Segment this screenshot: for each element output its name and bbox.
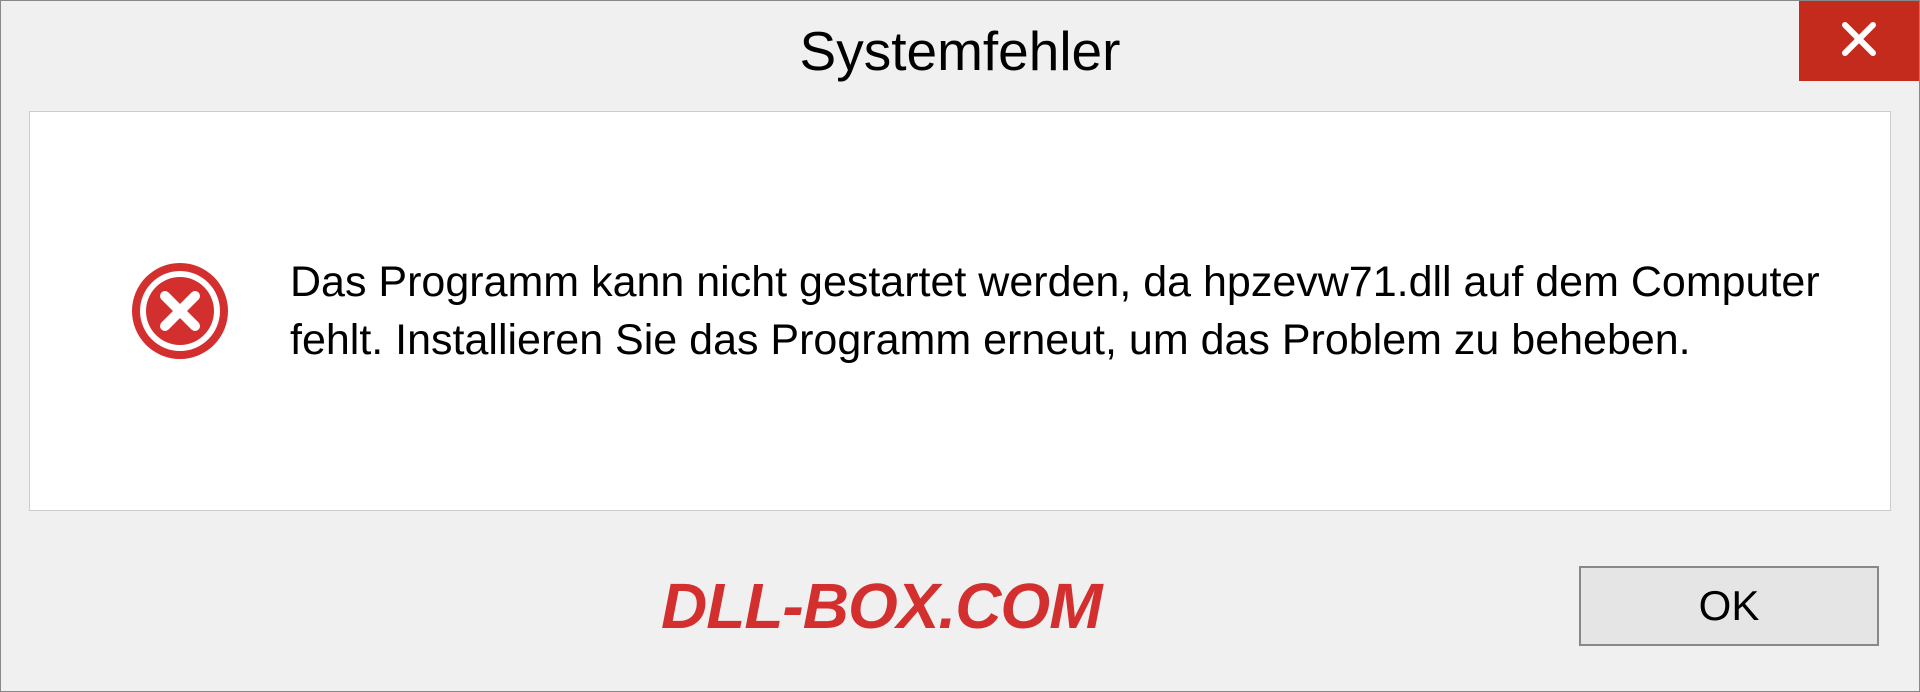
ok-button[interactable]: OK — [1579, 566, 1879, 646]
close-icon — [1839, 19, 1879, 64]
dialog-content: Das Programm kann nicht gestartet werden… — [29, 111, 1891, 511]
dialog-title: Systemfehler — [800, 19, 1121, 83]
error-icon — [130, 261, 230, 361]
close-button[interactable] — [1799, 1, 1919, 81]
dialog-titlebar: Systemfehler — [1, 1, 1919, 101]
watermark-text: DLL-BOX.COM — [661, 569, 1102, 643]
dialog-footer: DLL-BOX.COM OK — [1, 521, 1919, 691]
dialog-message: Das Programm kann nicht gestartet werden… — [290, 253, 1830, 369]
